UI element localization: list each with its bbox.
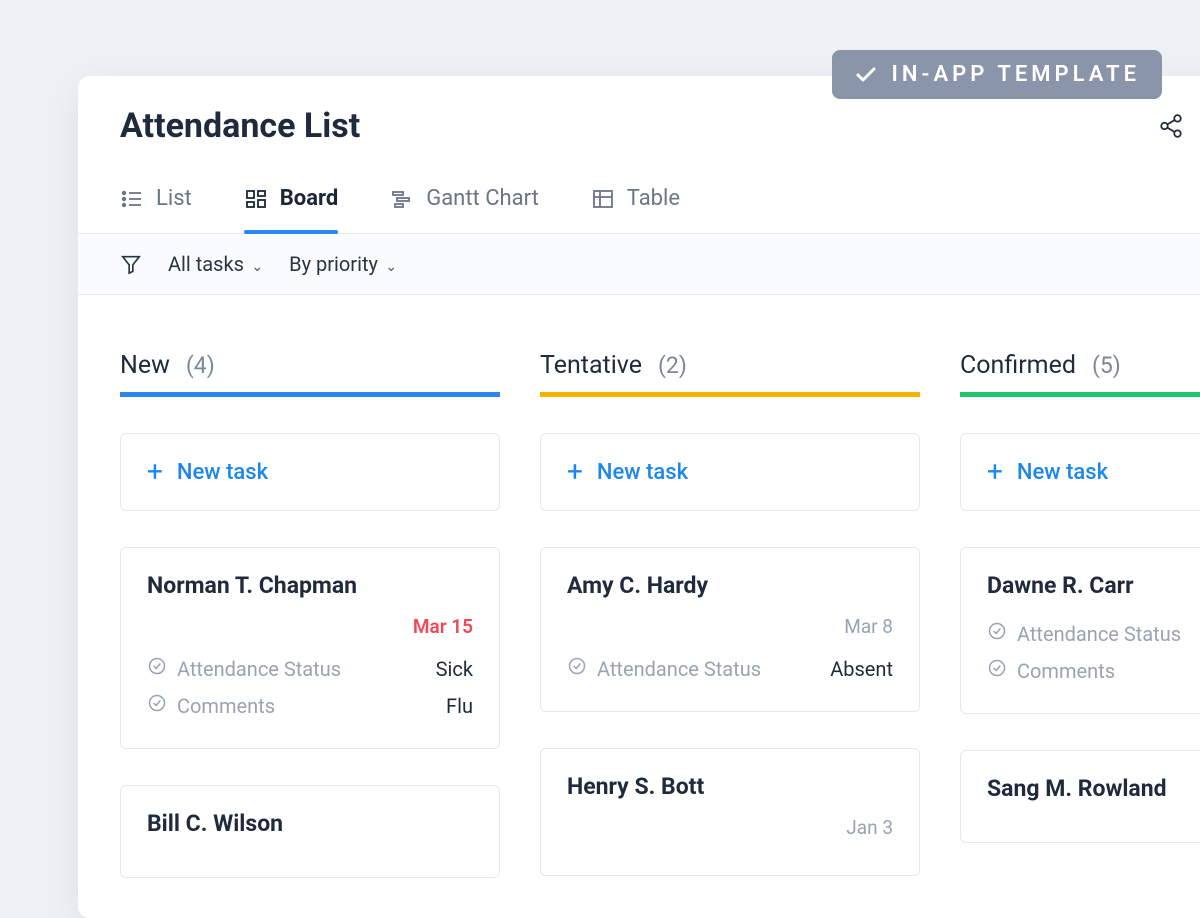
check-circle-icon: [567, 656, 587, 681]
task-name: Amy C. Hardy: [567, 572, 893, 599]
task-card[interactable]: Norman T. Chapman Mar 15 Attendance Statu…: [120, 547, 500, 749]
new-task-button[interactable]: + New task: [120, 433, 500, 511]
field-value: Sick: [436, 657, 473, 681]
board-column: Tentative (2) + New task Amy C. Hardy Mar…: [540, 351, 920, 878]
new-task-button[interactable]: + New task: [540, 433, 920, 511]
chevron-down-icon: ⌄: [248, 259, 263, 275]
task-date: Jan 3: [567, 816, 893, 839]
chevron-down-icon: ⌄: [382, 259, 397, 275]
tab-table[interactable]: Table: [591, 186, 680, 233]
filter-icon[interactable]: [120, 253, 142, 275]
column-name: Confirmed: [960, 351, 1076, 380]
field-comments: Comments: [987, 652, 1200, 689]
tab-label: List: [156, 186, 192, 211]
table-icon: [591, 187, 615, 211]
column-header: Tentative (2): [540, 351, 920, 397]
field-attendance-status: Attendance Status: [987, 615, 1200, 652]
list-icon: [120, 187, 144, 211]
check-circle-icon: [987, 658, 1007, 683]
field-comments: Comments Flu: [147, 687, 473, 724]
plus-icon: +: [567, 458, 583, 486]
column-header: New (4): [120, 351, 500, 397]
check-circle-icon: [147, 656, 167, 681]
share-icon[interactable]: [1158, 113, 1184, 139]
task-card[interactable]: Bill C. Wilson: [120, 785, 500, 878]
task-card[interactable]: Amy C. Hardy Mar 8 Attendance Status Abse…: [540, 547, 920, 712]
field-attendance-status: Attendance Status Sick: [147, 650, 473, 687]
board-column: Confirmed (5) + New task Dawne R. Carr A…: [960, 351, 1200, 878]
field-label: Comments: [177, 694, 275, 718]
column-name: Tentative: [540, 351, 642, 380]
board-column: New (4) + New task Norman T. Chapman Mar …: [120, 351, 500, 878]
task-name: Dawne R. Carr: [987, 572, 1200, 599]
task-date: Mar 8: [567, 615, 893, 638]
view-tabs: List Board Gantt Chart Table: [78, 156, 1200, 234]
column-header: Confirmed (5): [960, 351, 1200, 397]
new-task-button[interactable]: + New task: [960, 433, 1200, 511]
board-icon: [244, 187, 268, 211]
filter-bar: All tasks ⌄ By priority ⌄: [78, 234, 1200, 295]
tab-label: Table: [627, 186, 680, 211]
check-circle-icon: [987, 621, 1007, 646]
task-name: Sang M. Rowland: [987, 775, 1200, 802]
task-card[interactable]: Sang M. Rowland: [960, 750, 1200, 843]
gantt-icon: [390, 187, 414, 211]
plus-icon: +: [987, 458, 1003, 486]
task-date: Mar 15: [147, 615, 473, 638]
check-circle-icon: [147, 693, 167, 718]
task-card[interactable]: Henry S. Bott Jan 3: [540, 748, 920, 876]
tab-label: Board: [280, 186, 338, 211]
field-label: Comments: [1017, 659, 1115, 683]
column-count: (5): [1092, 352, 1121, 379]
app-window: Attendance List Priv List Board Gantt Ch…: [78, 76, 1200, 918]
in-app-template-badge: IN-APP TEMPLATE: [832, 50, 1162, 99]
column-count: (2): [658, 352, 687, 379]
column-count: (4): [186, 352, 215, 379]
tab-gantt[interactable]: Gantt Chart: [390, 186, 539, 233]
board-area: New (4) + New task Norman T. Chapman Mar …: [78, 295, 1200, 918]
field-value: Absent: [830, 657, 893, 681]
field-label: Attendance Status: [597, 657, 761, 681]
field-value: Flu: [446, 694, 473, 718]
filter-all-tasks[interactable]: All tasks ⌄: [168, 252, 263, 276]
new-task-label: New task: [597, 460, 688, 485]
tab-label: Gantt Chart: [426, 186, 539, 211]
column-name: New: [120, 351, 170, 380]
task-card[interactable]: Dawne R. Carr Attendance Status Comments: [960, 547, 1200, 714]
field-attendance-status: Attendance Status Absent: [567, 650, 893, 687]
header-actions: Priv: [1158, 113, 1200, 139]
plus-icon: +: [147, 458, 163, 486]
filter-by-priority[interactable]: By priority ⌄: [289, 252, 397, 276]
check-icon: [854, 63, 878, 87]
page-title: Attendance List: [120, 106, 360, 146]
task-name: Norman T. Chapman: [147, 572, 473, 599]
new-task-label: New task: [177, 460, 268, 485]
tab-board[interactable]: Board: [244, 186, 338, 233]
badge-label: IN-APP TEMPLATE: [892, 62, 1140, 87]
field-label: Attendance Status: [1017, 622, 1181, 646]
new-task-label: New task: [1017, 460, 1108, 485]
task-name: Bill C. Wilson: [147, 810, 473, 837]
tab-list[interactable]: List: [120, 186, 192, 233]
field-label: Attendance Status: [177, 657, 341, 681]
task-name: Henry S. Bott: [567, 773, 893, 800]
